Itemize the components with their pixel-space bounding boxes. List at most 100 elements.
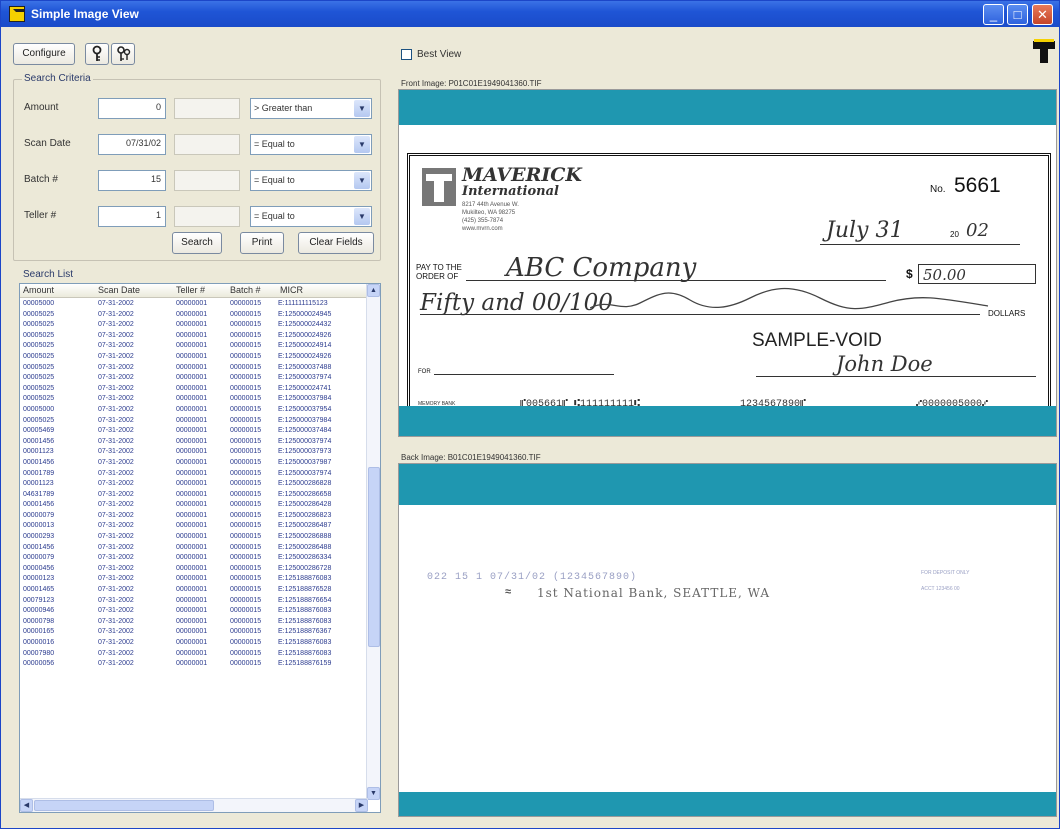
list-item[interactable]: 00001456 07-31-2002 00000001 00000015 E:1250… <box>20 437 368 448</box>
list-cell: 00000001 <box>176 374 208 382</box>
list-item[interactable]: 00000079 07-31-2002 00000001 00000015 E:1250… <box>20 553 368 564</box>
teller-operator-select[interactable]: = Equal to ▼ <box>250 206 372 227</box>
scan-date-input[interactable]: 07/31/02 <box>98 134 166 155</box>
list-item[interactable]: 00000013 07-31-2002 00000001 00000015 E:1250… <box>20 521 368 532</box>
list-item[interactable]: 00005025 07-31-2002 00000001 00000015 E:1250… <box>20 331 368 342</box>
search-button[interactable]: Search <box>172 232 222 254</box>
list-item[interactable]: 00001456 07-31-2002 00000001 00000015 E:1250… <box>20 543 368 554</box>
list-cell: 07-31-2002 <box>98 300 134 307</box>
scroll-down-icon[interactable]: ▼ <box>367 787 380 800</box>
amount-input-max <box>174 98 240 119</box>
vertical-scroll-thumb[interactable] <box>368 467 380 647</box>
list-item[interactable]: 00001456 07-31-2002 00000001 00000015 E:1250… <box>20 458 368 469</box>
sample-void: SAMPLE-VOID <box>752 330 882 351</box>
list-item[interactable]: 00005025 07-31-2002 00000001 00000015 E:1250… <box>20 416 368 427</box>
chevron-down-icon[interactable]: ▼ <box>354 208 370 225</box>
scroll-up-icon[interactable]: ▲ <box>367 284 380 297</box>
list-item[interactable]: 00079123 07-31-2002 00000001 00000015 E:1251… <box>20 596 368 607</box>
list-cell: E:125000024914 <box>278 342 332 350</box>
scroll-left-icon[interactable]: ◀ <box>20 799 33 812</box>
front-image-label: Front Image: P01C01E1949041360.TIF <box>401 79 542 88</box>
configure-button[interactable]: Configure <box>13 43 75 65</box>
list-cell: 00001123 <box>23 480 54 488</box>
for-label: FOR <box>418 369 431 375</box>
list-cell: E:125188876083 <box>278 639 332 646</box>
list-item[interactable]: 00000079 07-31-2002 00000001 00000015 E:1250… <box>20 511 368 522</box>
chevron-down-icon[interactable]: ▼ <box>354 172 370 189</box>
print-button[interactable]: Print <box>240 232 284 254</box>
col-micr[interactable]: MICR <box>280 285 303 295</box>
list-cell: 00000015 <box>230 586 262 594</box>
list-item[interactable]: 04631789 07-31-2002 00000001 00000015 E:1250… <box>20 490 368 501</box>
best-view-checkbox[interactable] <box>401 49 412 60</box>
list-item[interactable]: 00001456 07-31-2002 00000001 00000015 E:1250… <box>20 500 368 511</box>
list-cell: 00000015 <box>230 342 262 350</box>
list-item[interactable]: 00000946 07-31-2002 00000001 00000015 E:1251… <box>20 606 368 617</box>
date-year: 02 <box>966 220 989 241</box>
signature: John Doe <box>836 352 933 376</box>
search-list[interactable]: Amount Scan Date Teller # Batch # MICR 0… <box>19 283 381 813</box>
written-amount-line <box>420 314 980 315</box>
list-item[interactable]: 00005000 07-31-2002 00000001 00000015 E:1250… <box>20 405 368 416</box>
list-cell: E:125000037984 <box>278 416 332 424</box>
teller-input[interactable]: 1 <box>98 206 166 227</box>
chevron-down-icon[interactable]: ▼ <box>354 136 370 153</box>
scan-date-operator-select[interactable]: = Equal to ▼ <box>250 134 372 155</box>
scroll-right-icon[interactable]: ▶ <box>355 799 368 812</box>
col-amount[interactable]: Amount <box>23 285 54 295</box>
list-item[interactable]: 00007980 07-31-2002 00000001 00000015 E:1251… <box>20 649 368 660</box>
list-item[interactable]: 00005025 07-31-2002 00000001 00000015 E:1250… <box>20 373 368 384</box>
list-item[interactable]: 00000165 07-31-2002 00000001 00000015 E:1251… <box>20 627 368 638</box>
batch-operator-select[interactable]: = Equal to ▼ <box>250 170 372 191</box>
list-item[interactable]: 00005000 07-31-2002 00000001 00000015 E:1111… <box>20 299 368 310</box>
clear-fields-button[interactable]: Clear Fields <box>298 232 374 254</box>
list-item[interactable]: 00005025 07-31-2002 00000001 00000015 E:1250… <box>20 394 368 405</box>
list-item[interactable]: 00000293 07-31-2002 00000001 00000015 E:1250… <box>20 532 368 543</box>
chevron-down-icon[interactable]: ▼ <box>354 100 370 117</box>
best-view-label[interactable]: Best View <box>417 49 461 60</box>
list-cell: 00000001 <box>176 331 208 339</box>
minimize-button[interactable]: _ <box>983 4 1004 25</box>
vertical-scrollbar[interactable]: ▲ ▼ <box>366 284 380 800</box>
list-cell: 07-31-2002 <box>98 575 134 583</box>
amount-operator-select[interactable]: > Greater than ▼ <box>250 98 372 119</box>
keys-icon-button[interactable] <box>111 43 135 65</box>
list-item[interactable]: 00000456 07-31-2002 00000001 00000015 E:1250… <box>20 564 368 575</box>
list-item[interactable]: 00001789 07-31-2002 00000001 00000015 E:1250… <box>20 469 368 480</box>
list-item[interactable]: 00000016 07-31-2002 00000001 00000015 E:1251… <box>20 638 368 649</box>
address-line: (425) 355-7874 <box>462 218 504 224</box>
key-icon-button[interactable] <box>85 43 109 65</box>
horizontal-scroll-thumb[interactable] <box>34 800 214 811</box>
list-item[interactable]: 00005025 07-31-2002 00000001 00000015 E:1250… <box>20 363 368 374</box>
list-cell: 00000001 <box>176 501 208 509</box>
list-item[interactable]: 00005025 07-31-2002 00000001 00000015 E:1250… <box>20 310 368 321</box>
list-cell: 00000001 <box>176 310 208 318</box>
close-button[interactable]: ✕ <box>1032 4 1053 25</box>
list-item[interactable]: 00005025 07-31-2002 00000001 00000015 E:1250… <box>20 352 368 363</box>
list-item[interactable]: 00005469 07-31-2002 00000001 00000015 E:1250… <box>20 426 368 437</box>
list-cell: 07-31-2002 <box>98 628 134 636</box>
batch-input[interactable]: 15 <box>98 170 166 191</box>
list-item[interactable]: 00005025 07-31-2002 00000001 00000015 E:1250… <box>20 384 368 395</box>
list-item[interactable]: 00005025 07-31-2002 00000001 00000015 E:1250… <box>20 341 368 352</box>
list-cell: 00000001 <box>176 395 208 403</box>
col-scan-date[interactable]: Scan Date <box>98 285 140 295</box>
list-item[interactable]: 00001123 07-31-2002 00000001 00000015 E:1250… <box>20 447 368 458</box>
horizontal-scrollbar[interactable]: ◀ ▶ <box>20 798 368 812</box>
front-image-panel[interactable]: MAVERICK International 8217 44th Avenue … <box>398 89 1057 437</box>
maximize-button[interactable]: □ <box>1007 4 1028 25</box>
list-cell: 07-31-2002 <box>98 533 134 541</box>
col-batch[interactable]: Batch # <box>230 285 261 295</box>
list-item[interactable]: 00001123 07-31-2002 00000001 00000015 E:1250… <box>20 479 368 490</box>
list-item[interactable]: 00001465 07-31-2002 00000001 00000015 E:1251… <box>20 585 368 596</box>
col-teller[interactable]: Teller # <box>176 285 205 295</box>
list-cell: 00000001 <box>176 352 208 360</box>
list-cell: 07-31-2002 <box>98 522 134 530</box>
back-image-panel[interactable]: 022 15 1 07/31/02 (1234567890) ≈ 1st Nat… <box>398 463 1057 817</box>
amount-input[interactable]: 0 <box>98 98 166 119</box>
list-item[interactable]: 00005025 07-31-2002 00000001 00000015 E:1250… <box>20 320 368 331</box>
list-item[interactable]: 00000056 07-31-2002 00000001 00000015 E:1251… <box>20 659 368 670</box>
title-bar[interactable]: Simple Image View _ □ ✕ <box>1 1 1059 27</box>
list-item[interactable]: 00000123 07-31-2002 00000001 00000015 E:1251… <box>20 574 368 585</box>
list-item[interactable]: 00000798 07-31-2002 00000001 00000015 E:1251… <box>20 617 368 628</box>
